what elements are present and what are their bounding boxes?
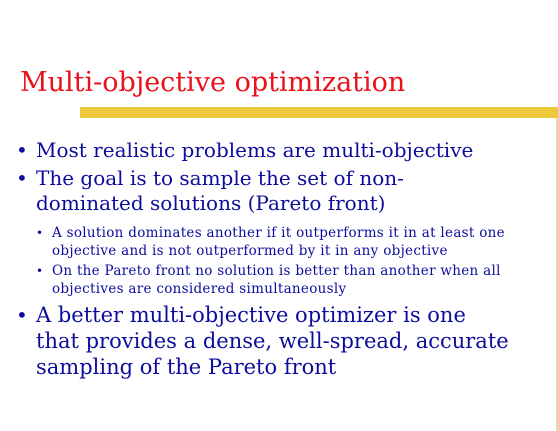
subbullet-line: On the Pareto front no solution is bette…	[52, 263, 501, 279]
bullet-marker: •	[16, 303, 28, 327]
subbullet-text: On the Pareto front no solution is bette…	[52, 262, 501, 298]
bullet-line: A better multi-objective optimizer is on…	[36, 303, 466, 327]
bullet-line: that provides a dense, well-spread, accu…	[36, 329, 509, 353]
bullet-marker: •	[16, 138, 28, 162]
bullet-text: Most realistic problems are multi-object…	[36, 138, 473, 163]
subbullet-text: A solution dominates another if it outpe…	[52, 224, 505, 260]
subbullet-marker: •	[36, 264, 44, 278]
subbullet-line: objectives are considered simultaneously	[52, 281, 347, 297]
bullet-marker: •	[16, 166, 28, 190]
title-underline-bar	[80, 107, 558, 118]
subbullet-marker: •	[36, 226, 44, 240]
bullet-line: The goal is to sample the set of non-	[36, 166, 404, 190]
slide-title: Multi-objective optimization	[20, 67, 406, 98]
bullet-text: The goal is to sample the set of non- do…	[36, 166, 404, 216]
bullet-line: dominated solutions (Pareto front)	[36, 191, 386, 215]
subbullet-line: objective and is not outperformed by it …	[52, 243, 448, 259]
bullet-line: Most realistic problems are multi-object…	[36, 138, 474, 162]
subbullet-line: A solution dominates another if it outpe…	[52, 225, 505, 241]
bullet-text: A better multi-objective optimizer is on…	[36, 302, 509, 380]
bullet-line: sampling of the Pareto front	[36, 355, 337, 379]
